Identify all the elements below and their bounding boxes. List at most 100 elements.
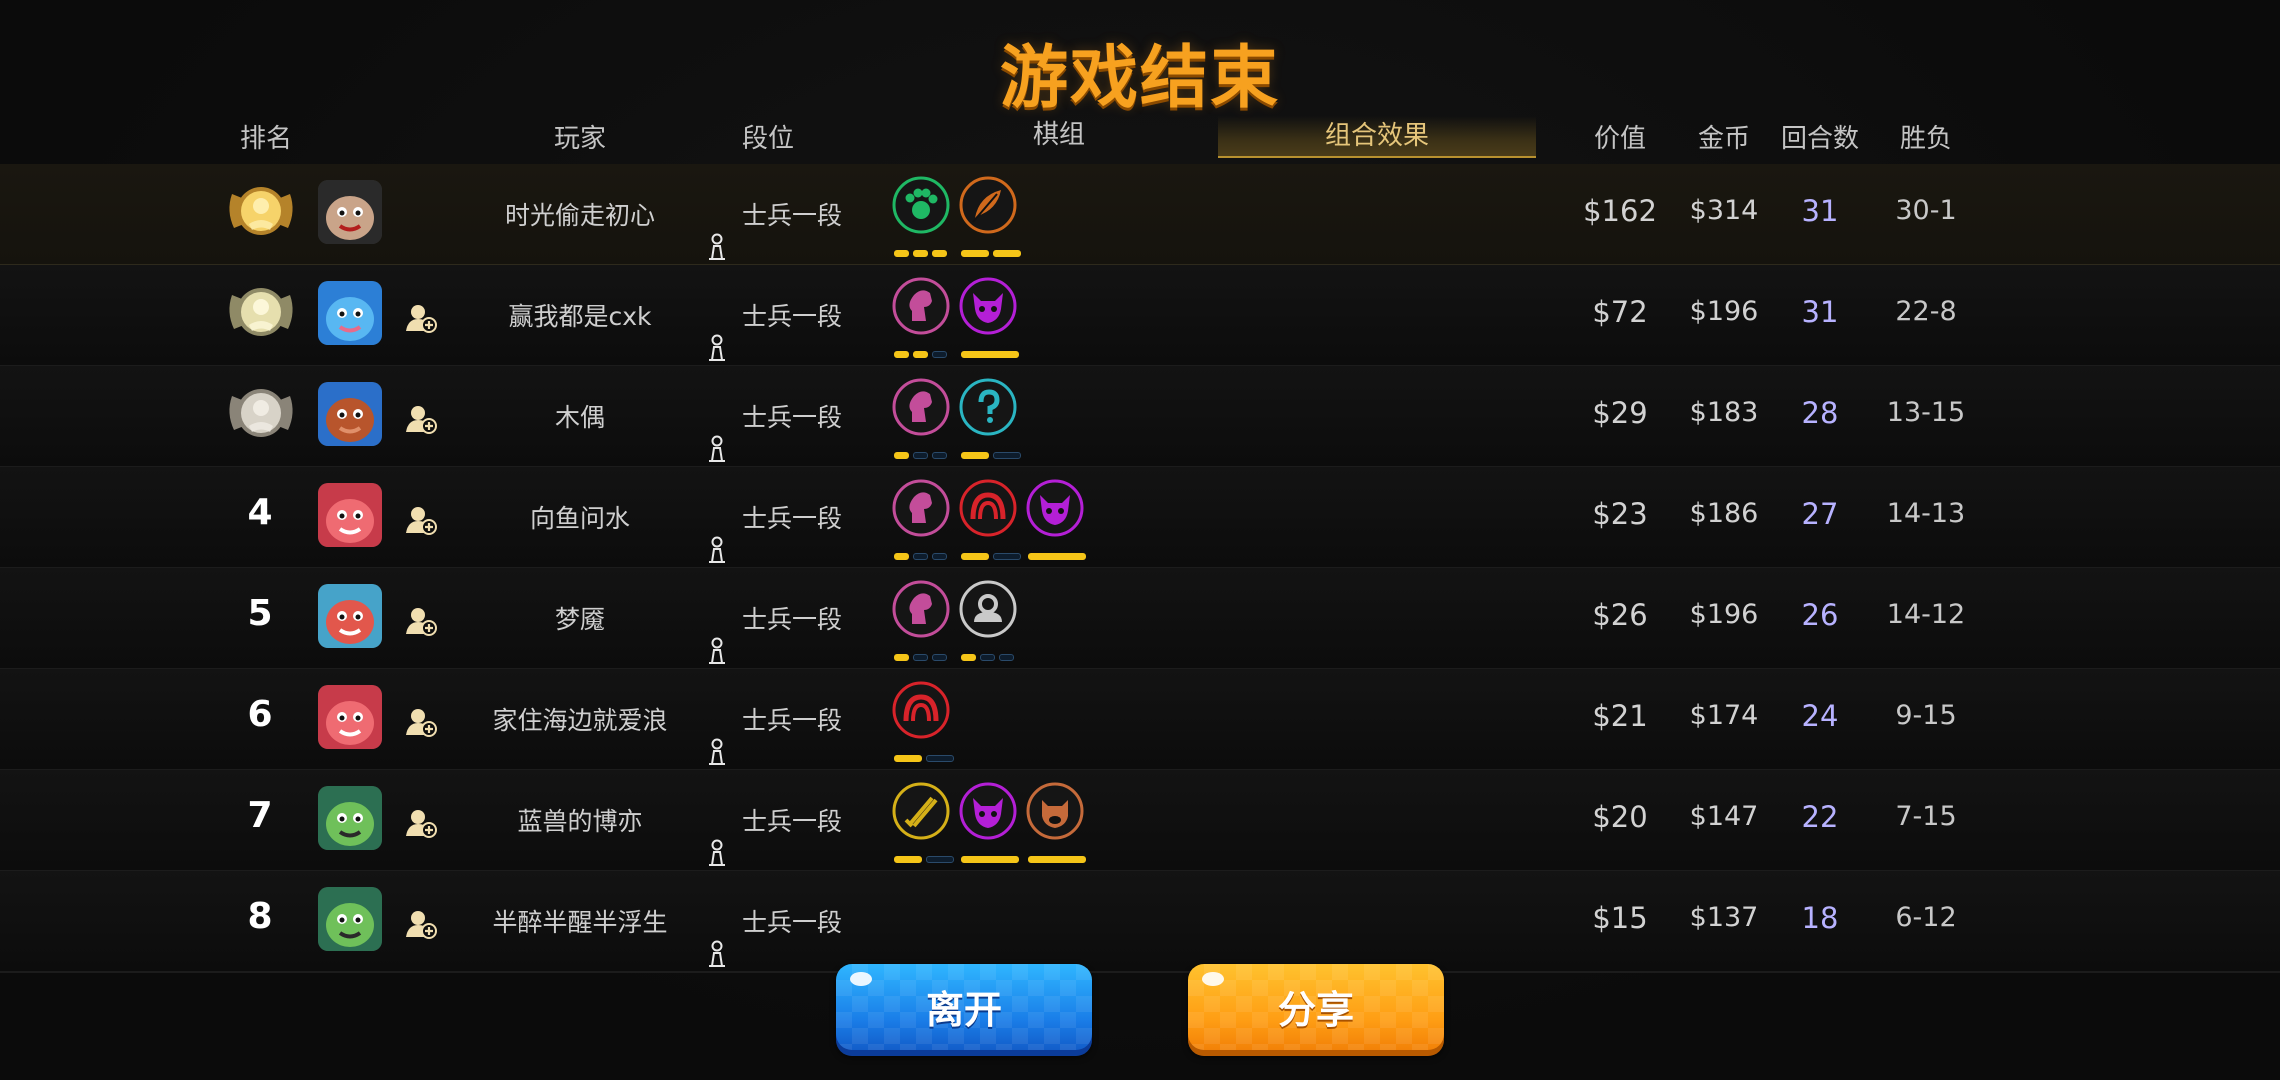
player-tier: 士兵一段 [706, 467, 842, 567]
add-friend-icon[interactable] [404, 806, 438, 840]
synergy-level-pip [894, 250, 909, 257]
synergy-demon[interactable] [959, 277, 1021, 358]
pawn-icon [706, 605, 728, 664]
player-win-loss: 6-12 [1895, 902, 1957, 933]
player-win-loss: 14-13 [1886, 498, 1966, 529]
player-avatar[interactable] [318, 180, 382, 244]
synergy-level-pip [894, 654, 909, 661]
synergy-level-pip [913, 351, 928, 358]
add-friend-icon[interactable] [404, 907, 438, 941]
synergy-level-pip [932, 351, 947, 358]
synergy-knight[interactable] [892, 479, 954, 560]
add-friend-icon[interactable] [404, 604, 438, 638]
synergy-level-pip [1028, 553, 1086, 560]
tier-label: 士兵一段 [742, 908, 843, 937]
player-avatar[interactable] [318, 281, 382, 345]
synergy-demon[interactable] [1026, 479, 1088, 560]
share-button[interactable]: 分享 [1188, 964, 1444, 1056]
demon-icon [959, 277, 1017, 335]
human-icon [959, 580, 1017, 638]
synergy-level-pip [961, 856, 1019, 863]
synergy-level-pip [926, 755, 954, 762]
synergy-swords[interactable] [892, 782, 954, 863]
add-friend-icon[interactable] [404, 402, 438, 436]
table-row: 时光偷走初心 士兵一段 $162 $314 31 30-1 [0, 164, 2280, 266]
synergy-level-pip [894, 755, 922, 762]
player-name: 家住海边就爱浪 [492, 706, 668, 735]
player-rounds: 24 [1801, 699, 1839, 733]
player-value: $26 [1592, 598, 1648, 632]
synergy-knight[interactable] [892, 378, 954, 459]
synergy-level-pip [993, 250, 1021, 257]
player-avatar[interactable] [318, 584, 382, 648]
synergy-level-bar [961, 646, 1018, 661]
player-gold: $183 [1689, 397, 1759, 428]
synergy-level-pip [932, 250, 947, 257]
player-win-loss: 30-1 [1895, 195, 1957, 226]
synergy-arch[interactable] [892, 681, 954, 762]
synergy-knight[interactable] [892, 277, 954, 358]
synergy-knight[interactable] [892, 580, 954, 661]
synergy-arch[interactable] [959, 479, 1021, 560]
synergy-level-pip [961, 452, 989, 459]
add-friend-icon[interactable] [404, 705, 438, 739]
player-name: 木偶 [554, 403, 605, 432]
share-button-label: 分享 [1277, 988, 1354, 1032]
synergy-human[interactable] [959, 580, 1021, 661]
demon-icon [1026, 479, 1084, 537]
tab-lineup[interactable]: 棋组 [1004, 114, 1114, 156]
rank-number: 4 [247, 492, 273, 533]
synergy-boar[interactable] [1026, 782, 1088, 863]
player-tier: 士兵一段 [706, 770, 842, 870]
table-row: 7 蓝兽的博亦 士兵一段 $20 $147 22 7-15 [0, 770, 2280, 872]
synergy-level-pip [926, 856, 954, 863]
player-tier: 士兵一段 [706, 265, 842, 365]
synergy-feather[interactable] [959, 176, 1021, 257]
player-avatar[interactable] [318, 483, 382, 547]
player-gold: $196 [1689, 296, 1759, 327]
player-gold: $186 [1689, 498, 1759, 529]
leave-button[interactable]: 离开 [836, 964, 1092, 1056]
synergy-level-pip [932, 654, 947, 661]
synergy-level-pip [894, 856, 922, 863]
synergy-demon[interactable] [959, 782, 1021, 863]
add-friend-icon[interactable] [404, 503, 438, 537]
game-over-screen: 游戏结束 排名 玩家 段位 棋组 组合效果 价值 金币 回合数 胜负 时光偷走初… [0, 0, 2280, 1080]
synergy-paw[interactable] [892, 176, 954, 257]
swords-icon [892, 782, 950, 840]
player-avatar[interactable] [318, 685, 382, 749]
synergy-level-pip [894, 351, 909, 358]
synergy-level-bar [894, 646, 951, 661]
knight-icon [892, 580, 950, 638]
button-highlight [850, 972, 872, 986]
rank-silver-medal-icon [226, 281, 296, 343]
synergy-level-bar [894, 848, 958, 863]
add-friend-icon[interactable] [404, 301, 438, 335]
player-win-loss: 22-8 [1895, 296, 1957, 327]
synergy-level-pip [913, 452, 928, 459]
player-name: 半醉半醒半浮生 [492, 908, 668, 937]
player-name: 梦魇 [554, 605, 605, 634]
player-value: $15 [1592, 901, 1648, 935]
player-value: $23 [1592, 497, 1648, 531]
rank-gold-medal-icon [226, 180, 296, 242]
synergy-wizard[interactable] [959, 378, 1021, 459]
synergy-level-pip [961, 250, 989, 257]
player-rounds: 26 [1801, 598, 1839, 632]
player-rounds: 28 [1801, 396, 1839, 430]
table-row: 4 向鱼问水 士兵一段 $23 $186 27 14-13 [0, 467, 2280, 569]
synergy-level-pip [932, 553, 947, 560]
player-avatar[interactable] [318, 887, 382, 951]
player-avatar[interactable] [318, 786, 382, 850]
player-tier: 士兵一段 [706, 568, 842, 668]
synergy-level-pip [999, 654, 1014, 661]
demon-icon [959, 782, 1017, 840]
player-tier: 士兵一段 [706, 871, 842, 971]
player-gold: $314 [1689, 195, 1759, 226]
tier-label: 士兵一段 [742, 807, 843, 836]
player-avatar[interactable] [318, 382, 382, 446]
player-tier: 士兵一段 [706, 669, 842, 769]
tab-synergy[interactable]: 组合效果 [1218, 116, 1536, 158]
player-rounds: 31 [1801, 295, 1839, 329]
player-value: $20 [1592, 800, 1648, 834]
